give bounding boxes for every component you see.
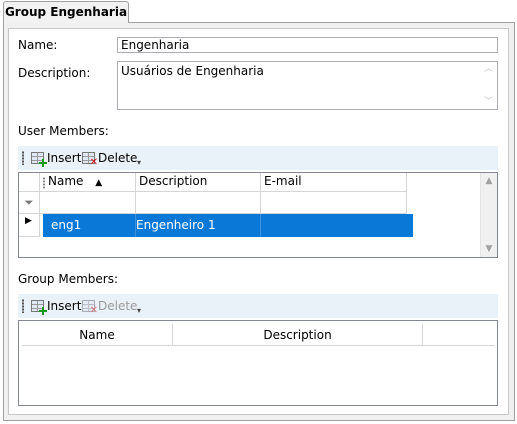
user-delete-button[interactable]: Delete	[82, 149, 137, 168]
user-grid-scrollbar[interactable]: ▲ ▼	[480, 173, 497, 257]
toolbar-overflow-icon[interactable]: ▾	[137, 307, 141, 315]
description-scrollbar[interactable]: ︿ ﹀	[481, 63, 496, 108]
table-row[interactable]: eng1 Engenheiro 1	[43, 214, 413, 237]
filter-cell-name[interactable]	[40, 192, 136, 214]
toolbar-grip[interactable]	[22, 299, 24, 313]
filter-icon[interactable]: ⏷	[19, 192, 40, 214]
scroll-up-icon[interactable]: ▲	[481, 175, 497, 187]
column-header-filler	[423, 324, 495, 346]
column-header-description[interactable]: Description	[136, 173, 261, 192]
group-insert-button[interactable]: Insert	[31, 297, 81, 315]
current-row-indicator-icon[interactable]: ▶	[19, 214, 40, 237]
sort-ascending-icon: ▲	[95, 178, 103, 188]
column-header-name[interactable]: Name ▲	[40, 173, 136, 192]
scroll-down-icon[interactable]: ▼	[481, 243, 497, 255]
insert-row-icon	[31, 300, 47, 315]
description-text: Usuários de Engenharia	[121, 64, 264, 78]
row-header-corner	[19, 173, 40, 192]
filter-cell-description[interactable]	[136, 192, 261, 214]
cell-name[interactable]: eng1	[51, 214, 81, 236]
toolbar-grip[interactable]	[22, 151, 24, 165]
user-members-label: User Members:	[18, 124, 109, 138]
toolbar-overflow-icon[interactable]: ▾	[137, 159, 141, 167]
group-delete-button[interactable]: Delete	[82, 297, 137, 316]
column-header-description[interactable]: Description	[173, 324, 423, 346]
scroll-up-icon[interactable]: ︿	[481, 63, 496, 75]
group-members-toolbar: Insert Delete ▾	[18, 294, 498, 318]
column-header-email[interactable]: E-mail	[261, 173, 407, 192]
group-members-grid[interactable]: Name Description	[18, 320, 498, 406]
description-textarea[interactable]: Usuários de Engenharia ︿ ﹀	[117, 61, 498, 110]
insert-row-icon	[31, 152, 47, 167]
delete-row-icon	[82, 152, 98, 168]
filter-cell-email[interactable]	[261, 192, 407, 214]
delete-row-icon	[82, 300, 98, 316]
name-label: Name:	[18, 38, 58, 52]
description-label: Description:	[18, 66, 91, 80]
scroll-down-icon[interactable]: ﹀	[481, 96, 496, 108]
user-insert-button[interactable]: Insert	[31, 149, 81, 167]
column-header-name[interactable]: Name	[22, 324, 173, 346]
user-members-grid[interactable]: Name ▲ Description E-mail ⏷ ▶ eng1 Engen…	[18, 172, 498, 258]
column-chooser-grip[interactable]	[43, 177, 45, 189]
tab-group-engenharia[interactable]: Group Engenharia	[3, 1, 129, 23]
group-members-label: Group Members:	[18, 272, 119, 286]
cell-description[interactable]: Engenheiro 1	[136, 214, 216, 236]
name-input[interactable]: Engenharia	[117, 37, 498, 53]
user-members-toolbar: Insert Delete ▾	[18, 146, 498, 170]
